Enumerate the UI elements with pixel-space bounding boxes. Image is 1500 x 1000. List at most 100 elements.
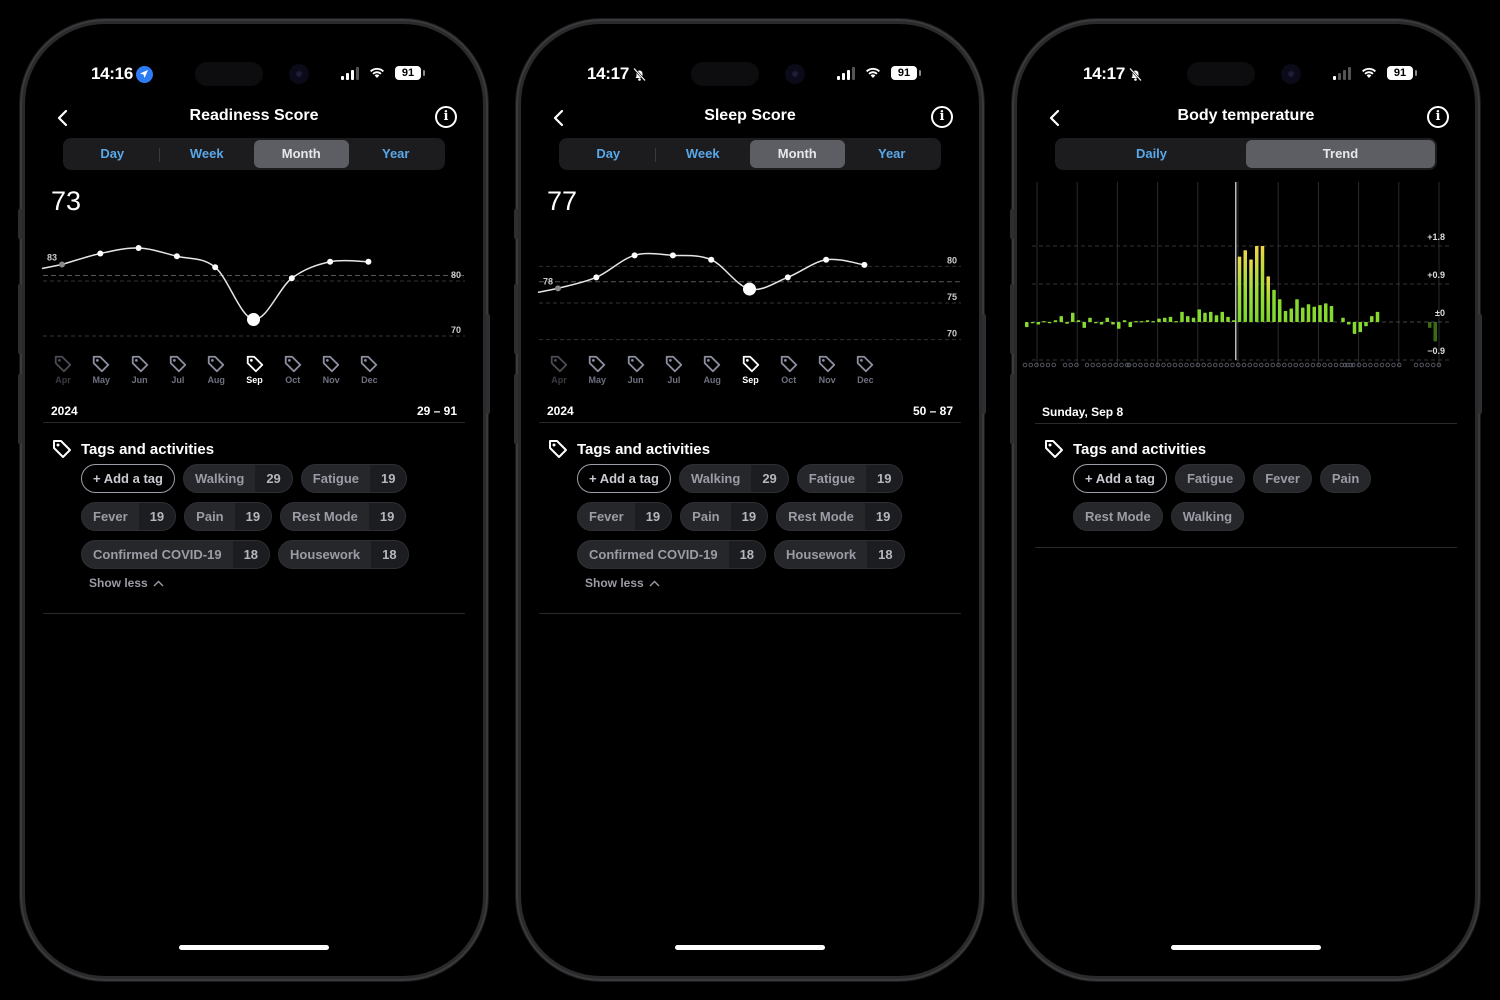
tag-chip[interactable]: Fever 19 <box>577 502 673 531</box>
readiness-line-chart[interactable]: 80 70 83 <box>25 229 483 354</box>
add-tag-button[interactable]: + Add a tag <box>577 464 671 493</box>
tag-chip[interactable]: Fatigue 19 <box>796 464 904 493</box>
score-range: 29 – 91 <box>416 404 457 418</box>
chip-row: Fever 19 Pain 19 Rest Mode 19 <box>81 502 443 531</box>
tag-label: Pain <box>692 509 720 524</box>
month-tab-nov[interactable]: Nov <box>807 354 847 385</box>
info-icon[interactable]: i <box>435 106 457 128</box>
month-label: Dec <box>857 375 874 385</box>
tab-trend[interactable]: Trend <box>1246 140 1435 168</box>
tag-chip[interactable]: Fatigue <box>1174 464 1246 493</box>
month-tab-oct[interactable]: Oct <box>769 354 809 385</box>
clock: 14:17 <box>587 64 629 83</box>
series-line <box>537 252 865 294</box>
day-indicator-dot <box>1051 362 1057 368</box>
month-tab-jun[interactable]: Jun <box>120 354 160 385</box>
tag-chip[interactable]: Fatigue 19 <box>300 464 408 493</box>
tab-year[interactable]: Year <box>349 140 444 168</box>
power-button <box>982 314 986 414</box>
temperature-bar <box>1433 322 1437 342</box>
day-indicator-dot <box>1107 362 1113 368</box>
month-tab-apr[interactable]: Apr <box>43 354 83 385</box>
tag-chip[interactable]: Rest Mode 19 <box>776 502 903 531</box>
temperature-bar <box>1105 317 1109 322</box>
info-icon[interactable]: i <box>1427 106 1449 128</box>
tag-chip[interactable]: Pain <box>1319 464 1372 493</box>
home-indicator[interactable] <box>675 945 825 950</box>
month-tab-apr[interactable]: Apr <box>539 354 579 385</box>
tag-count: 18 <box>371 541 408 568</box>
data-point <box>593 274 600 281</box>
tag-chip[interactable]: Rest Mode <box>1073 502 1163 531</box>
month-tab-aug[interactable]: Aug <box>196 354 236 385</box>
tag-chip[interactable]: Pain 19 <box>680 502 769 531</box>
day-indicator-dot <box>1328 362 1333 368</box>
month-tab-may[interactable]: May <box>81 354 121 385</box>
tag-icon <box>818 355 836 373</box>
tag-chip[interactable]: Walking 29 <box>182 464 293 493</box>
tag-chip[interactable]: Housework 18 <box>774 540 905 569</box>
tag-icon <box>54 355 72 373</box>
tag-chip[interactable]: Rest Mode 19 <box>280 502 407 531</box>
month-tab-jun[interactable]: Jun <box>616 354 656 385</box>
tag-chip[interactable]: Housework 18 <box>278 540 409 569</box>
y-tick-label: +0.9 <box>1427 270 1445 280</box>
home-indicator[interactable] <box>1171 945 1321 950</box>
month-label: May <box>92 375 111 385</box>
temperature-bar <box>1272 289 1276 322</box>
month-tab-aug[interactable]: Aug <box>692 354 732 385</box>
tag-count: 19 <box>866 465 903 492</box>
show-less-button[interactable]: Show less <box>585 576 939 590</box>
tag-label: Fatigue <box>1186 471 1234 486</box>
month-tab-dec[interactable]: Dec <box>349 354 389 385</box>
temperature-bar-chart[interactable]: +1.8 +0.9 ±0 −0.9 <box>1017 182 1475 372</box>
tag-chip[interactable]: Pain 19 <box>184 502 273 531</box>
day-indicator-dot <box>1368 362 1373 368</box>
sleep-line-chart[interactable]: 80 75 70 78 <box>521 229 979 354</box>
month-tab-sep[interactable]: Sep <box>235 354 275 385</box>
tab-day[interactable]: Day <box>65 140 160 168</box>
tab-year[interactable]: Year <box>845 140 940 168</box>
tab-month[interactable]: Month <box>254 140 349 168</box>
temperature-bar <box>1352 322 1357 334</box>
tag-chip[interactable]: Fever <box>1253 464 1312 493</box>
month-tab-jul[interactable]: Jul <box>654 354 694 385</box>
temperature-bar <box>1071 312 1075 322</box>
tag-count: 19 <box>368 503 406 530</box>
tag-chip[interactable]: Fever 19 <box>81 502 177 531</box>
temperature-bar <box>1324 303 1328 322</box>
info-icon[interactable]: i <box>931 106 953 128</box>
tab-month[interactable]: Month <box>750 140 845 168</box>
tag-chip[interactable]: Confirmed COVID-19 18 <box>81 540 271 569</box>
add-tag-button[interactable]: + Add a tag <box>1073 464 1167 493</box>
start-value-label: 78 <box>543 276 553 286</box>
start-value-label: 83 <box>47 253 57 263</box>
month-tab-jul[interactable]: Jul <box>158 354 198 385</box>
home-indicator[interactable] <box>179 945 329 950</box>
tag-count: 29 <box>751 465 788 492</box>
tags-title: Tags and activities <box>577 440 711 458</box>
tag-icon <box>1045 440 1063 458</box>
tag-chip[interactable]: Confirmed COVID-19 18 <box>577 540 767 569</box>
tag-chip[interactable]: Walking <box>1170 502 1245 531</box>
temperature-bar <box>1347 322 1351 325</box>
month-tab-dec[interactable]: Dec <box>845 354 885 385</box>
add-tag-button[interactable]: + Add a tag <box>81 464 175 493</box>
temperature-bar <box>1249 259 1253 322</box>
tag-chip[interactable]: Walking 29 <box>678 464 789 493</box>
month-tab-nov[interactable]: Nov <box>311 354 351 385</box>
tab-week[interactable]: Week <box>160 140 255 168</box>
month-tab-oct[interactable]: Oct <box>273 354 313 385</box>
tab-week[interactable]: Week <box>656 140 751 168</box>
day-indicator-dot <box>1096 362 1101 368</box>
tab-day[interactable]: Day <box>561 140 656 168</box>
screen: 14:16 91 Readiness Score i Day Week Mont… <box>25 24 483 976</box>
tab-daily[interactable]: Daily <box>1057 140 1246 168</box>
battery-indicator: 91 <box>891 66 921 80</box>
day-indicator-dot <box>1362 362 1368 368</box>
show-less-button[interactable]: Show less <box>89 576 443 590</box>
month-tab-may[interactable]: May <box>577 354 617 385</box>
temperature-bar <box>1364 322 1368 327</box>
temperature-bar <box>1180 311 1184 322</box>
month-tab-sep[interactable]: Sep <box>731 354 771 385</box>
